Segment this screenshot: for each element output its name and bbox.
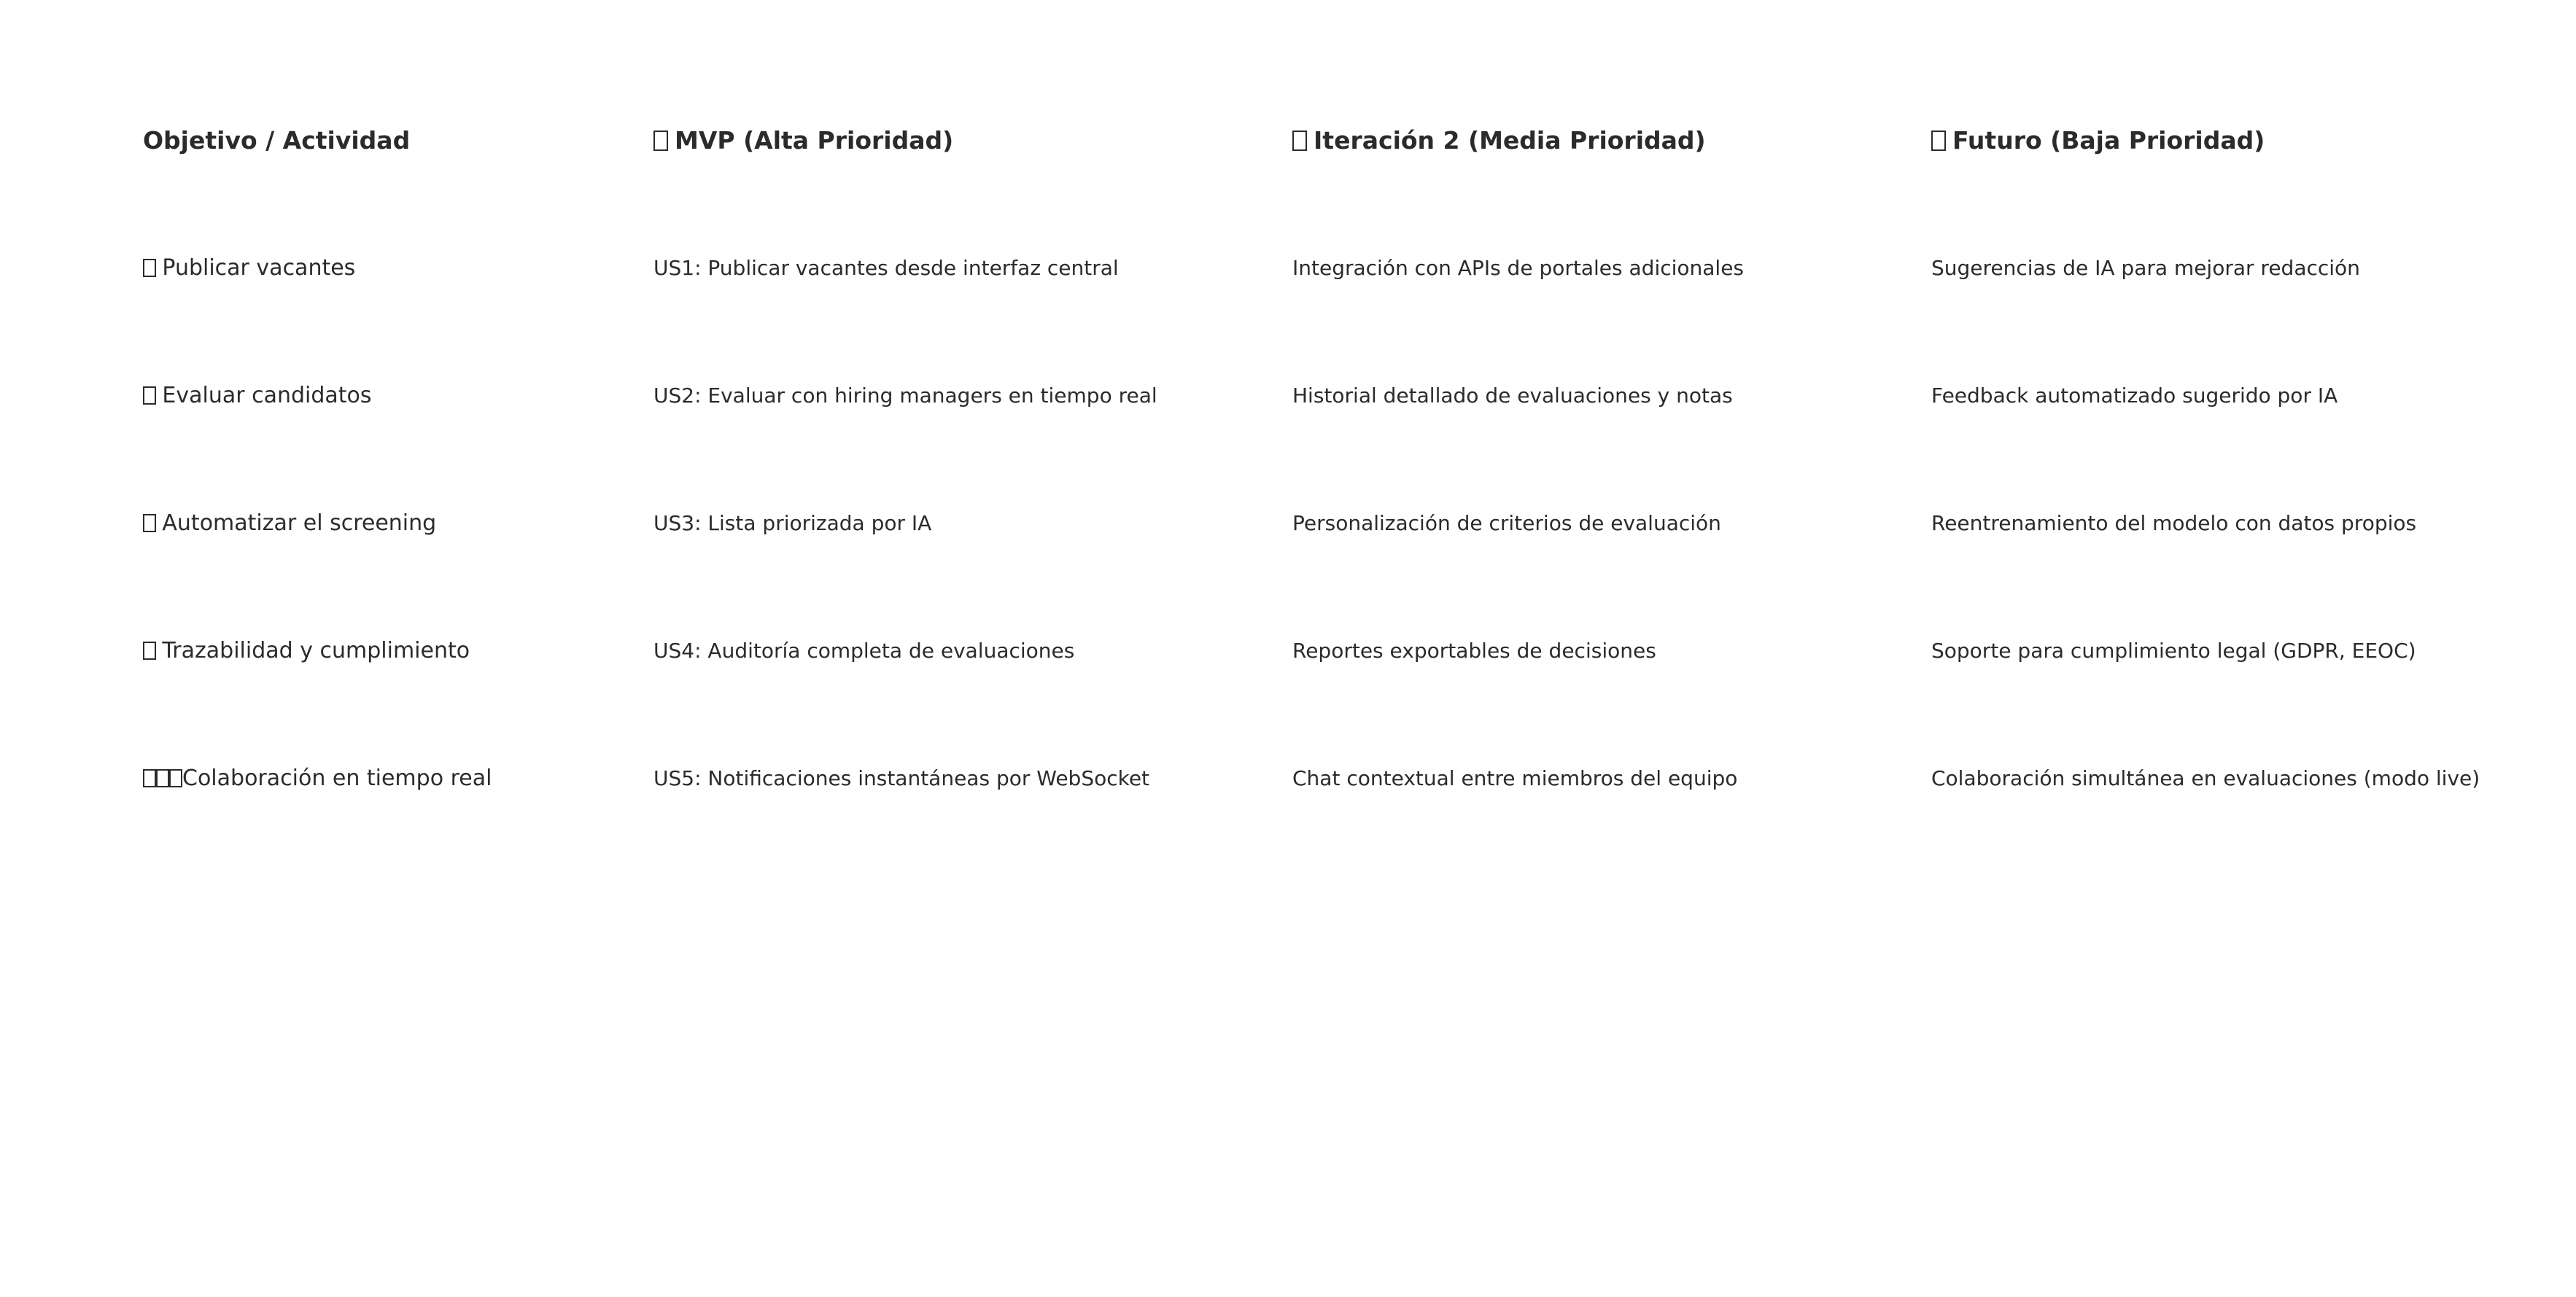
- header-mvp: MVP (Alta Prioridad): [653, 119, 953, 163]
- future-story: Sugerencias de IA para mejorar redacción: [1931, 256, 2360, 280]
- activity-label: Automatizar el screening: [143, 502, 436, 545]
- missing-glyph-icon: [143, 513, 156, 532]
- iteration-2-story: Integración con APIs de portales adicion…: [1292, 256, 1745, 280]
- future-story: Feedback automatizado sugerido por IA: [1931, 383, 2338, 408]
- missing-glyph-icon: [1931, 131, 1946, 152]
- missing-glyph-icon: [143, 641, 156, 660]
- table-row: Publicar vacantes US1: Publicar vacantes…: [143, 246, 2550, 290]
- missing-glyph-icon: [1292, 131, 1307, 152]
- mvp-story: US1: Publicar vacantes desde interfaz ce…: [653, 256, 1119, 280]
- table-row: Trazabilidad y cumplimiento US4: Auditor…: [143, 629, 2550, 673]
- iteration-2-story: Chat contextual entre miembros del equip…: [1292, 766, 1738, 790]
- activity-label: Colaboración en tiempo real: [143, 757, 492, 801]
- missing-glyph-icon: [143, 386, 156, 405]
- missing-glyph-icon: [169, 768, 182, 787]
- table-row: Automatizar el screening US3: Lista prio…: [143, 502, 2550, 545]
- iteration-2-story: Reportes exportables de decisiones: [1292, 639, 1656, 663]
- iteration-2-story: Personalización de criterios de evaluaci…: [1292, 511, 1721, 535]
- mvp-story: US4: Auditoría completa de evaluaciones: [653, 639, 1075, 663]
- missing-glyph-icon: [143, 768, 156, 787]
- table-row: Evaluar candidatos US2: Evaluar con hiri…: [143, 374, 2550, 418]
- mvp-story: US3: Lista priorizada por IA: [653, 511, 932, 535]
- iteration-2-story: Historial detallado de evaluaciones y no…: [1292, 383, 1733, 408]
- mvp-story: US5: Notificaciones instantáneas por Web…: [653, 766, 1150, 790]
- missing-glyph-icon: [653, 131, 668, 152]
- header-row: Objetivo / Actividad MVP (Alta Prioridad…: [143, 119, 2550, 163]
- missing-glyph-icon: [143, 258, 156, 277]
- activity-label: Evaluar candidatos: [143, 374, 372, 418]
- future-story: Reentrenamiento del modelo con datos pro…: [1931, 511, 2417, 535]
- future-story: Colaboración simultánea en evaluaciones …: [1931, 766, 2480, 790]
- future-story: Soporte para cumplimiento legal (GDPR, E…: [1931, 639, 2416, 663]
- header-objective: Objetivo / Actividad: [143, 126, 411, 155]
- activity-label: Publicar vacantes: [143, 246, 355, 290]
- missing-glyph-icon: [156, 768, 169, 787]
- table-row: Colaboración en tiempo real US5: Notific…: [143, 757, 2550, 801]
- activity-label: Trazabilidad y cumplimiento: [143, 629, 470, 673]
- header-iteration-2: Iteración 2 (Media Prioridad): [1292, 119, 1706, 163]
- header-future: Futuro (Baja Prioridad): [1931, 119, 2265, 163]
- mvp-story: US2: Evaluar con hiring managers en tiem…: [653, 383, 1157, 408]
